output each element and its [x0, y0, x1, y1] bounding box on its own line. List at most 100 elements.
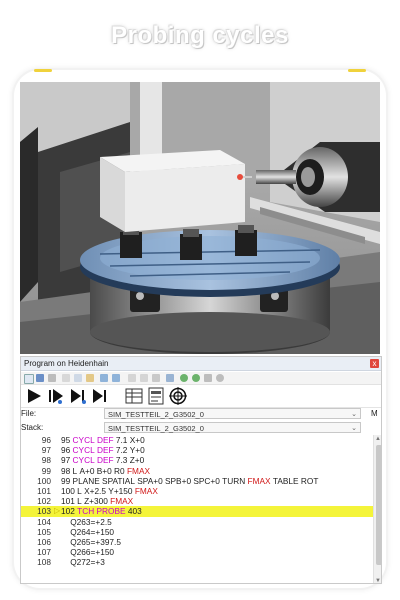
code-line[interactable]: 106 Q265=+397.5: [21, 537, 373, 547]
line-number: 104: [37, 516, 51, 527]
simulation-viewport[interactable]: [20, 82, 380, 354]
line-number: 108: [37, 557, 51, 568]
code-text: 98 L A+0 B+0 R0 FMAX: [61, 466, 150, 476]
code-text: Q264=+150: [61, 527, 114, 537]
code-keyword: CYCL DEF: [72, 435, 114, 445]
copy-icon[interactable]: [74, 374, 82, 382]
code-token: 403: [125, 506, 142, 517]
line-number: 107: [37, 547, 51, 558]
code-token: 7.2 Y+0: [113, 445, 145, 456]
line-number: 103: [37, 506, 51, 517]
current-line-marker-icon: ▷: [54, 506, 61, 516]
code-text: 102 TCH PROBE 403: [61, 506, 142, 516]
code-line[interactable]: 101 100 L X+2.5 Y+150 FMAX: [21, 486, 373, 496]
code-token: 7.3 Z+0: [113, 455, 145, 466]
machine-scene: [20, 82, 380, 354]
single-step-icon[interactable]: [47, 387, 65, 405]
line-number: 98: [41, 455, 51, 466]
code-line[interactable]: 104 Q263=+2.5: [21, 517, 373, 527]
code-keyword: FMAX: [247, 475, 271, 486]
list-icon[interactable]: [128, 374, 136, 382]
run-toolbar: [21, 385, 381, 408]
code-line[interactable]: 105 Q264=+150: [21, 527, 373, 537]
code-token: 101 L Z+300: [61, 496, 111, 507]
target-icon[interactable]: [169, 387, 187, 405]
code-token: 99 PLANE SPATIAL SPA+0 SPB+0 SPC+0 TURN: [61, 475, 248, 486]
code-text: Q266=+150: [61, 547, 114, 557]
code-token: 7.1 X+0: [113, 435, 145, 445]
code-token: 95: [61, 435, 73, 445]
program-listing[interactable]: 96 95 CYCL DEF 7.1 X+0 97 96 CYCL DEF 7.2 Y…: [21, 435, 373, 583]
mini-toolbar: [21, 372, 381, 385]
m-label: M: [371, 409, 378, 418]
code-text: 96 CYCL DEF 7.2 Y+0: [61, 445, 145, 455]
code-token: 102: [61, 506, 78, 517]
step-end-icon[interactable]: [91, 387, 109, 405]
code-text: 99 PLANE SPATIAL SPA+0 SPB+0 SPC+0 TURN …: [61, 476, 318, 486]
scroll-up-icon[interactable]: ▲: [375, 436, 381, 442]
scrollbar-thumb[interactable]: [376, 445, 381, 565]
code-line[interactable]: 102 101 L Z+300 FMAX: [21, 496, 373, 506]
stack-select[interactable]: SIM_TESTTEIL_2_G3502_0 ⌄: [104, 422, 361, 433]
settings-icon[interactable]: [204, 374, 212, 382]
step-forward-icon[interactable]: [69, 387, 87, 405]
find-icon[interactable]: [152, 374, 160, 382]
code-token: 97: [61, 455, 73, 466]
table-small-icon[interactable]: [140, 374, 148, 382]
file-value: SIM_TESTTEIL_2_G3502_0: [108, 410, 204, 419]
page-title: Probing cycles: [111, 22, 289, 49]
code-text: Q265=+397.5: [61, 537, 121, 547]
code-text: Q272=+3: [61, 557, 105, 567]
vertical-scrollbar[interactable]: ▲ ▼: [373, 435, 381, 583]
start-icon[interactable]: [25, 387, 43, 405]
code-keyword: FMAX: [126, 465, 151, 476]
save-icon[interactable]: [36, 374, 44, 382]
new-file-icon[interactable]: [24, 374, 34, 384]
code-token: Q263=+2.5: [61, 516, 112, 527]
line-number: 100: [37, 475, 51, 486]
undo-icon[interactable]: [100, 374, 108, 382]
code-line-active[interactable]: 103 ▷ 102 TCH PROBE 403: [21, 506, 373, 517]
report-icon[interactable]: [147, 387, 165, 405]
scroll-down-icon[interactable]: ▼: [375, 578, 381, 583]
redo-icon[interactable]: [112, 374, 120, 382]
help-icon[interactable]: [216, 374, 224, 382]
close-icon[interactable]: x: [370, 359, 379, 368]
code-line[interactable]: 107 Q266=+150: [21, 547, 373, 557]
stack-value: SIM_TESTTEIL_2_G3502_0: [108, 424, 204, 433]
code-line[interactable]: 99 98 L A+0 B+0 R0 FMAX: [21, 466, 373, 476]
code-token: 98 L A+0 B+0 R0: [61, 465, 127, 476]
code-token: Q266=+150: [61, 547, 115, 558]
code-text: 95 CYCL DEF 7.1 X+0: [61, 435, 145, 445]
file-select[interactable]: SIM_TESTTEIL_2_G3502_0 ⌄: [104, 408, 361, 419]
code-keyword: TCH PROBE: [77, 506, 126, 517]
file-label: File:: [21, 409, 37, 418]
code-text: 100 L X+2.5 Y+150 FMAX: [61, 486, 158, 496]
zoom-out-icon[interactable]: [192, 374, 200, 382]
panel-title: Program on Heidenhain: [24, 359, 109, 368]
replace-icon[interactable]: [166, 374, 174, 382]
line-number: 106: [37, 536, 51, 547]
print-icon[interactable]: [48, 374, 56, 382]
line-number: 102: [37, 496, 51, 507]
code-token: 100 L X+2.5 Y+150: [61, 485, 135, 496]
code-token: 96: [61, 445, 73, 456]
line-number: 96: [41, 435, 51, 445]
zoom-in-icon[interactable]: [180, 374, 188, 382]
chevron-down-icon: ⌄: [351, 425, 357, 432]
code-line[interactable]: 96 95 CYCL DEF 7.1 X+0: [21, 435, 373, 445]
program-panel: Program on Heidenhain x File: SIM_TESTTE…: [20, 356, 382, 584]
code-keyword: FMAX: [134, 485, 158, 496]
code-line[interactable]: 97 96 CYCL DEF 7.2 Y+0: [21, 445, 373, 455]
code-line[interactable]: 100 99 PLANE SPATIAL SPA+0 SPB+0 SPC+0 TU…: [21, 476, 373, 486]
code-line[interactable]: 98 97 CYCL DEF 7.3 Z+0: [21, 455, 373, 465]
frame-accent-left: [34, 69, 52, 72]
table-icon[interactable]: [125, 387, 143, 405]
chevron-down-icon: ⌄: [351, 411, 357, 418]
code-keyword: CYCL DEF: [72, 445, 114, 456]
cut-icon[interactable]: [62, 374, 70, 382]
paste-icon[interactable]: [86, 374, 94, 382]
line-number: 101: [37, 485, 51, 496]
code-line[interactable]: 108 Q272=+3: [21, 557, 373, 567]
stack-label: Stack:: [21, 423, 44, 432]
